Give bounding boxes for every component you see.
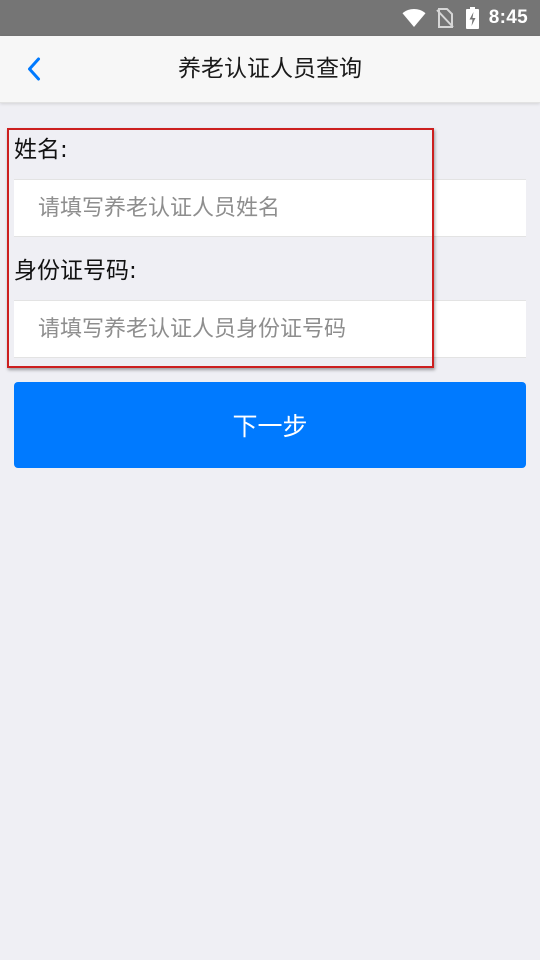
status-time: 8:45	[488, 7, 528, 28]
navigation-bar: 养老认证人员查询	[0, 36, 540, 103]
page-title: 养老认证人员查询	[178, 56, 362, 82]
id-number-input-container	[14, 300, 526, 358]
next-button[interactable]: 下一步	[14, 382, 526, 468]
id-number-label: 身份证号码:	[14, 258, 137, 284]
wifi-icon	[402, 9, 426, 27]
name-input[interactable]	[14, 180, 526, 236]
status-bar: 8:45	[0, 0, 540, 36]
no-sim-icon	[436, 8, 454, 28]
name-label: 姓名:	[14, 137, 68, 163]
status-icons: 8:45	[402, 0, 528, 36]
id-number-input[interactable]	[14, 301, 526, 357]
name-input-container	[14, 179, 526, 237]
battery-charging-icon	[465, 7, 479, 29]
